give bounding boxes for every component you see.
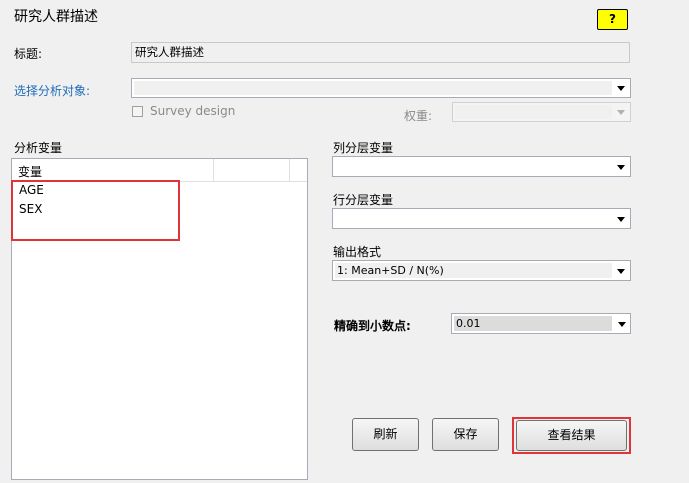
- weight-label: 权重:: [404, 109, 433, 123]
- title-field[interactable]: 研究人群描述: [131, 42, 630, 63]
- chevron-down-icon: [617, 86, 625, 91]
- column-divider: [213, 159, 214, 181]
- title-label: 标题:: [14, 47, 43, 61]
- row-strata-dropdown[interactable]: [332, 208, 631, 229]
- weight-value: [455, 105, 612, 119]
- col-strata-dropdown[interactable]: [332, 156, 631, 177]
- precision-label: 精确到小数点:: [334, 319, 411, 333]
- analysis-object-value: [134, 81, 612, 95]
- highlight-box-variables: [11, 180, 180, 241]
- save-button[interactable]: 保存: [432, 418, 499, 451]
- chevron-down-icon: [617, 216, 625, 222]
- analysis-object-label: 选择分析对象:: [14, 84, 91, 98]
- column-divider: [289, 159, 290, 181]
- help-button[interactable]: ?: [597, 9, 628, 30]
- precision-value: 0.01: [454, 316, 612, 331]
- highlight-box-view-results: [512, 417, 631, 454]
- output-format-dropdown[interactable]: 1: Mean+SD / N(%): [332, 260, 631, 281]
- survey-design-label: Survey design: [150, 104, 236, 118]
- row-strata-value: [335, 211, 612, 226]
- chevron-down-icon: [617, 268, 625, 274]
- list-header: 变量: [12, 159, 307, 182]
- analysis-vars-label: 分析变量: [14, 141, 63, 155]
- precision-spinner[interactable]: 0.01: [451, 313, 631, 334]
- refresh-button[interactable]: 刷新: [352, 418, 419, 451]
- window-title: 研究人群描述: [14, 9, 98, 25]
- output-format-value: 1: Mean+SD / N(%): [335, 263, 612, 278]
- col-strata-label: 列分层变量: [333, 141, 394, 155]
- col-strata-value: [335, 159, 612, 174]
- column-header-variable[interactable]: 变量: [18, 163, 42, 180]
- row-strata-label: 行分层变量: [333, 193, 394, 207]
- output-format-label: 输出格式: [333, 245, 382, 259]
- chevron-down-icon: [618, 322, 626, 327]
- analysis-object-dropdown[interactable]: [131, 78, 631, 98]
- survey-design-checkbox[interactable]: [132, 106, 143, 117]
- chevron-down-icon: [617, 110, 625, 115]
- weight-dropdown[interactable]: [452, 102, 631, 122]
- chevron-down-icon: [617, 164, 625, 170]
